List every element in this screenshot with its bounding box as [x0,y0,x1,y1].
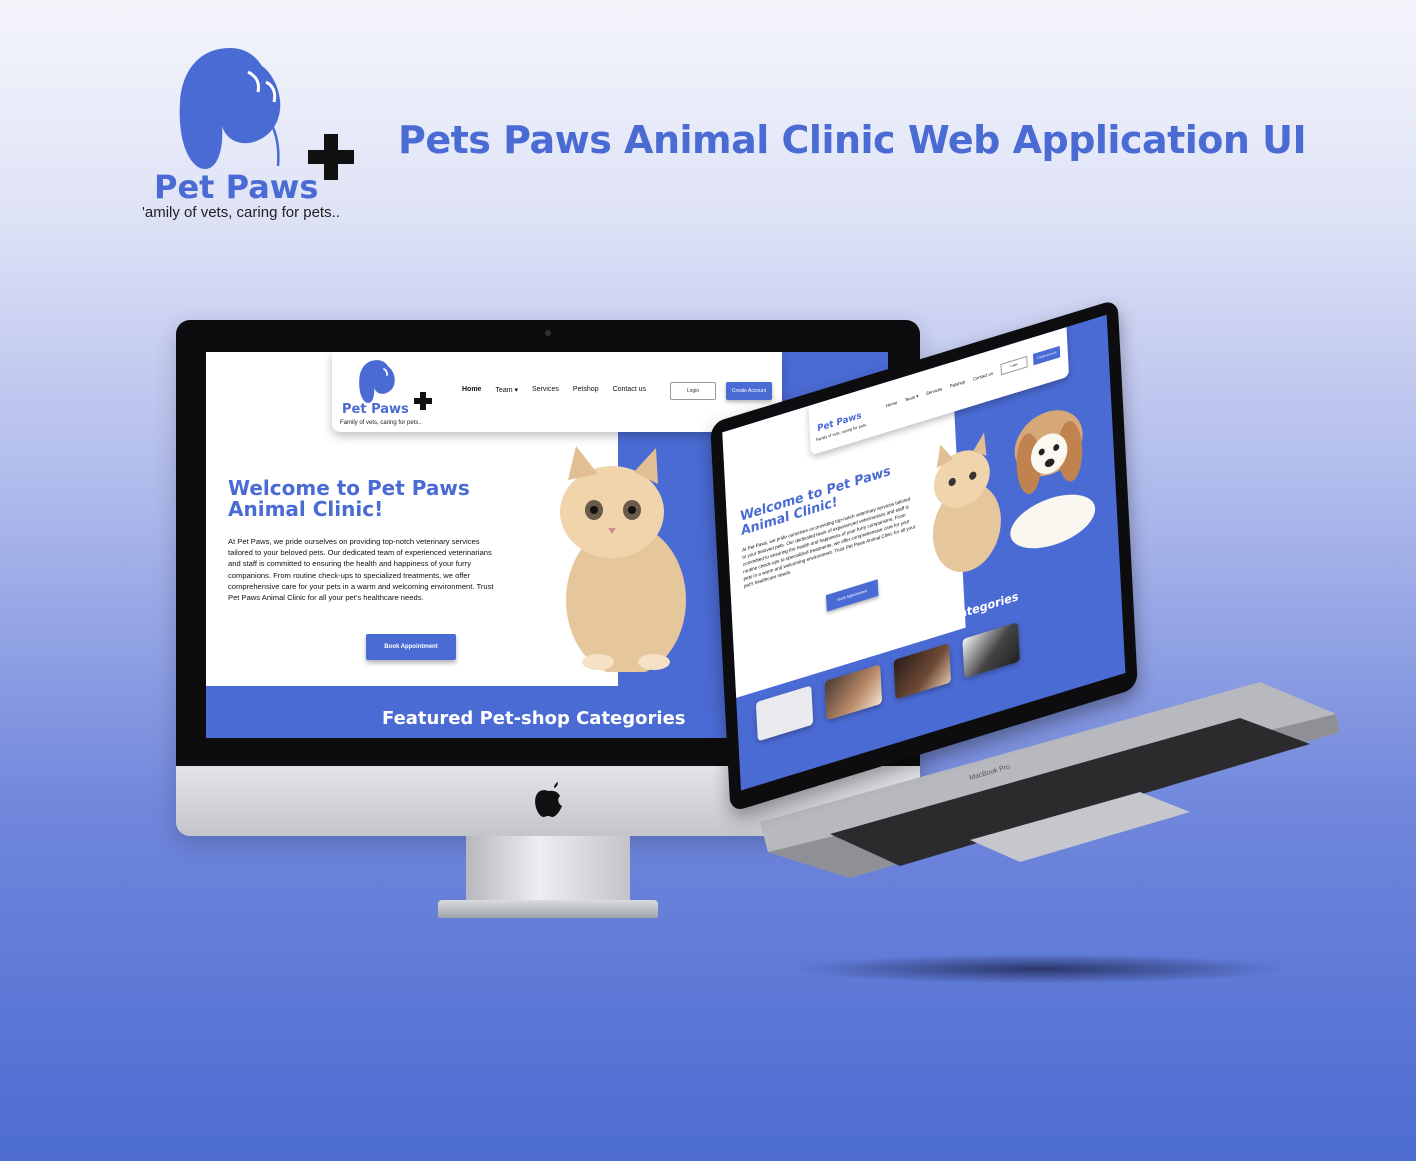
laptop-screen: Pet Paws Family of vets, caring for pets… [722,314,1126,791]
laptop-nav-petshop[interactable]: Petshop [950,379,966,390]
nav-logo-tagline: Family of vets, caring for pets.. [340,420,422,426]
nav-logo-wordmark: Pet Paws [342,402,409,417]
logo-wordmark: Pet Paws [154,168,319,206]
dog-logo-icon [179,48,281,169]
hero-heading: Welcome to Pet Paws Animal Clinic! [228,476,470,521]
laptop-nav-services[interactable]: Services [926,386,942,397]
category-card[interactable] [962,622,1020,679]
laptop-nav-contact[interactable]: Contact us [973,370,993,382]
page-title: Pets Paws Animal Clinic Web Application … [398,118,1307,162]
dog-logo-icon [359,360,395,403]
nav-contact[interactable]: Contact us [613,386,646,394]
logo-tagline: 'amily of vets, caring for pets.. [142,204,340,221]
nav-links: Home Team ▾ Services Petshop Contact us [462,386,646,394]
plus-icon [308,134,354,180]
imac-stand-foot [438,900,658,918]
laptop-shadow [790,954,1290,984]
laptop-create-account-button[interactable]: Create Account [1032,345,1061,366]
nav-logo[interactable]: Pet Paws Family of vets, caring for pets… [340,358,432,428]
nav-home[interactable]: Home [462,386,481,394]
nav-services[interactable]: Services [532,386,559,394]
nav-petshop[interactable]: Petshop [573,386,599,394]
apple-logo-icon [535,782,562,817]
camera-icon [545,330,551,336]
laptop-nav-home[interactable]: Home [886,400,898,410]
brand-logo: Pet Paws 'amily of vets, caring for pets… [140,42,370,232]
category-card[interactable] [755,685,814,742]
laptop-login-button[interactable]: Login [1000,355,1028,376]
category-card[interactable] [824,664,883,721]
category-card[interactable] [893,643,952,700]
laptop-nav-team[interactable]: Team ▾ [905,393,919,403]
imac-stand-neck [466,836,630,902]
hero-paragraph: At Pet Paws, we pride ourselves on provi… [228,537,494,603]
nav-team-dropdown[interactable]: Team ▾ [495,386,518,394]
laptop-nav-links: Home Team ▾ Services Petshop Contact us [886,370,993,409]
book-appointment-button[interactable]: Book Appointment [366,634,456,660]
plus-icon [414,392,432,410]
